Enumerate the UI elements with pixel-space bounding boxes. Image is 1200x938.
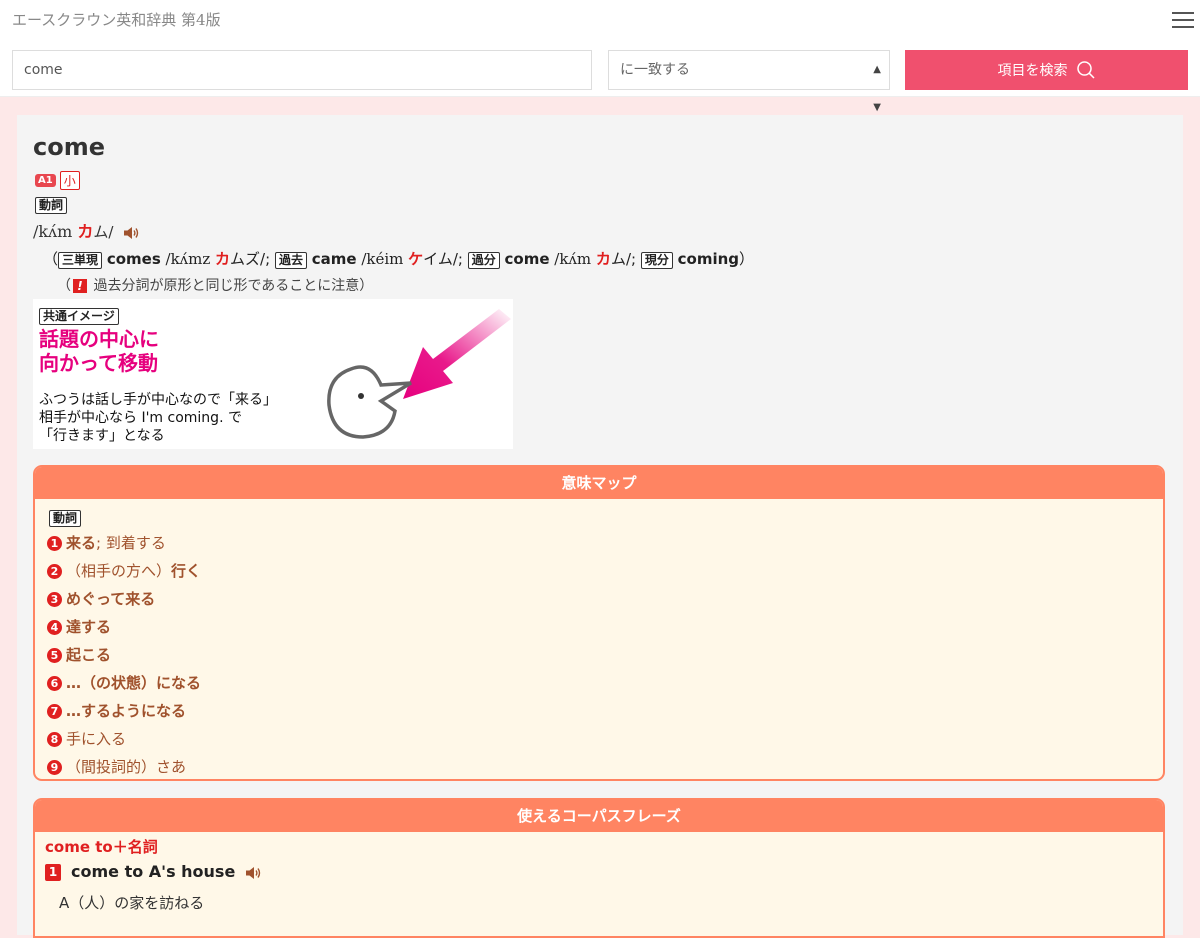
paren: ） — [739, 250, 755, 268]
sense-main: …（の状態）になる — [66, 674, 202, 692]
sense-number: 8 — [47, 732, 62, 747]
core-image-heading: 話題の中心に 向かって移動 — [39, 327, 159, 375]
hamburger-menu-icon[interactable] — [1172, 12, 1194, 30]
paren: （ — [57, 278, 71, 294]
inflection-kana: ムズ/; — [230, 250, 275, 268]
inflection-word: comes — [106, 250, 161, 268]
meaning-map-pos: 動詞 — [49, 510, 82, 527]
meaning-list: 1 来る; 到着する 2 （相手の方へ）行く 3 めぐって来る 4 達する 5 起こる 6… — [47, 529, 201, 779]
headword: come — [33, 133, 105, 161]
caption-line: ふつうは話し手が中心なので「来る」 — [39, 392, 277, 408]
inflection-kana: ム/; — [610, 250, 641, 268]
note-text: 過去分詞が原形と同じ形であることに注意） — [93, 278, 374, 294]
sense-number: 4 — [47, 620, 62, 635]
inflection-tag: 現分 — [640, 252, 673, 269]
paren: （ — [43, 250, 59, 268]
inflection-ipa: /kʌ́mz — [160, 250, 216, 268]
sense-sub: （間投詞的）さあ — [66, 758, 187, 776]
core-image: 共通イメージ 話題の中心に 向かって移動 ふつうは話し手が中心なので「来る」 相… — [33, 299, 513, 449]
meaning-item[interactable]: 8 手に入る — [47, 725, 201, 753]
meaning-map-title: 意味マップ — [35, 467, 1163, 499]
match-mode-value: に一致する — [620, 62, 690, 78]
pos-tag: 動詞 — [35, 197, 68, 214]
phrase-pattern: come to＋名詞 — [45, 838, 158, 856]
inflection-word: come — [504, 250, 550, 268]
inflection-tag: 過去 — [274, 252, 307, 269]
speaker-icon[interactable] — [245, 866, 262, 880]
inflection-ipa: /kéim — [356, 250, 409, 268]
inflection-ipa: /kʌ́m — [549, 250, 596, 268]
match-mode-select[interactable]: に一致する ▲ ▼ — [608, 50, 890, 113]
phrase-number: 1 — [45, 864, 61, 881]
caption-line: 「行きます」となる — [39, 428, 165, 444]
sense-main: 達する — [66, 618, 112, 636]
sense-number: 6 — [47, 676, 62, 691]
inflection-kana-stress: ケ — [408, 250, 424, 268]
meaning-item[interactable]: 2 （相手の方へ）行く — [47, 557, 201, 585]
caption-line: 相手が中心なら I'm coming. で — [39, 410, 242, 426]
core-image-illustration — [327, 309, 511, 439]
inflection-tag: 過分 — [467, 252, 500, 269]
meaning-item[interactable]: 9 （間投詞的）さあ — [47, 753, 201, 779]
warning-icon: ! — [73, 279, 87, 293]
inflection-kana-stress: カ — [595, 250, 611, 268]
sense-sub: ; 到着する — [96, 534, 166, 552]
search-bar: に一致する ▲▼ 項目を検索 — [0, 42, 1200, 113]
sense-main: 来る — [66, 534, 97, 552]
meaning-item[interactable]: 5 起こる — [47, 641, 201, 669]
sense-number: 5 — [47, 648, 62, 663]
inflection-kana-stress: カ — [215, 250, 231, 268]
title-bar: エースクラウン英和辞典 第4版 — [0, 0, 1200, 42]
pron-kana: ム/ — [93, 223, 114, 241]
sense-number: 2 — [47, 564, 62, 579]
sense-number: 3 — [47, 592, 62, 607]
app-title: エースクラウン英和辞典 第4版 — [12, 11, 221, 29]
inflection-tag: 三単現 — [58, 252, 103, 269]
core-image-heading-line: 話題の中心に — [39, 327, 159, 351]
core-image-tag: 共通イメージ — [39, 308, 119, 325]
phrase-gloss: A（人）の家を訪ねる — [59, 894, 205, 912]
search-input[interactable] — [12, 50, 592, 90]
sense-main: 行く — [171, 562, 202, 580]
sense-number: 9 — [47, 760, 62, 775]
pronunciation: /kʌ́m カム/ — [33, 218, 140, 242]
arrow-icon — [403, 309, 511, 399]
corpus-phrase-panel: 使えるコーパスフレーズ come to＋名詞 1 come to A's hous… — [33, 798, 1165, 938]
search-icon — [1076, 61, 1095, 79]
elementary-badge: 小 — [59, 171, 80, 190]
pron-kana-stress: カ — [77, 222, 94, 241]
sense-main: 起こる — [66, 646, 112, 664]
meaning-item[interactable]: 1 来る; 到着する — [47, 529, 201, 557]
meaning-item[interactable]: 7 …するようになる — [47, 697, 201, 725]
corpus-phrase-title: 使えるコーパスフレーズ — [35, 800, 1163, 832]
search-button-label: 項目を検索 — [997, 62, 1068, 78]
pron-ipa: /kʌ́m — [33, 222, 78, 241]
inflections: （三単現 comes /kʌ́mz カムズ/; 過去 came /kéim ケイ… — [43, 248, 754, 269]
level-badges: A1 小 — [35, 170, 80, 190]
cefr-badge: A1 — [35, 174, 56, 187]
inflection-word: came — [311, 250, 357, 268]
sense-sub: （相手の方へ） — [66, 562, 172, 580]
phrase-row: 1 come to A's house — [45, 862, 262, 881]
face-icon — [327, 365, 412, 439]
meaning-item[interactable]: 3 めぐって来る — [47, 585, 201, 613]
meaning-item[interactable]: 6 …（の状態）になる — [47, 669, 201, 697]
sense-number: 7 — [47, 704, 62, 719]
entry-card: come A1 小 動詞 /kʌ́m カム/ （三単現 comes /kʌ́mz … — [17, 115, 1183, 938]
core-image-heading-line: 向かって移動 — [39, 351, 158, 375]
sense-sub: 手に入る — [66, 730, 127, 748]
meaning-map-panel: 意味マップ 動詞 1 来る; 到着する 2 （相手の方へ）行く 3 めぐって来る 4達… — [33, 465, 1165, 781]
speaker-icon[interactable] — [123, 226, 140, 240]
core-image-caption: ふつうは話し手が中心なので「来る」 相手が中心なら I'm coming. で … — [39, 391, 277, 445]
inflection-word: coming — [677, 250, 740, 268]
meaning-item[interactable]: 4 達する — [47, 613, 201, 641]
sense-main: …するようになる — [66, 702, 187, 720]
sense-number: 1 — [47, 536, 62, 551]
search-button[interactable]: 項目を検索 — [905, 50, 1188, 90]
usage-note: （! 過去分詞が原形と同じ形であることに注意） — [57, 275, 373, 295]
inflection-kana: イム/; — [423, 250, 468, 268]
phrase-text: come to A's house — [71, 862, 236, 881]
sense-main: めぐって来る — [66, 590, 156, 608]
